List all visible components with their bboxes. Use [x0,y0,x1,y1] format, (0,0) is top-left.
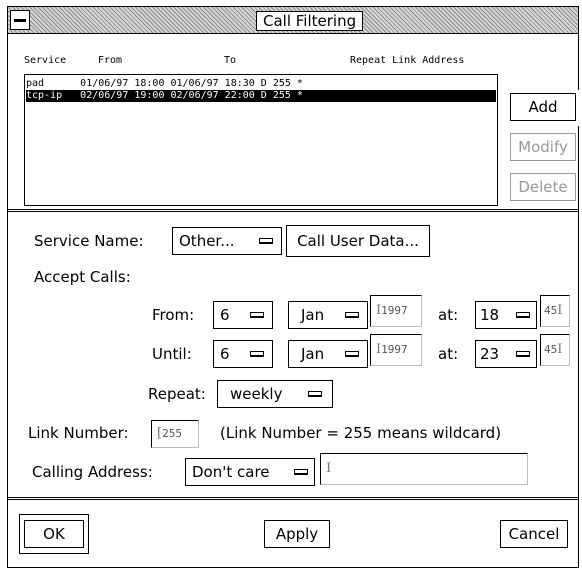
until-month-select[interactable]: Jan [288,340,368,368]
link-number-label: Link Number: [28,424,129,442]
modify-button[interactable]: Modify [510,133,576,161]
service-name-select[interactable]: Other... [172,227,282,255]
from-hour-select[interactable]: 18 [475,301,537,329]
text-cursor-icon: I [557,342,563,357]
delete-button[interactable]: Delete [510,173,576,201]
option-menu-icon [250,351,264,357]
until-year-field[interactable]: I1997 [370,334,422,366]
service-name-label: Service Name: [34,232,144,250]
option-menu-icon [250,312,264,318]
until-label: Until: [152,345,192,363]
calling-address-label: Calling Address: [32,463,153,481]
link-number-note: (Link Number = 255 means wildcard) [220,424,502,442]
option-menu-icon [294,469,308,475]
from-month-value: Jan [301,306,325,324]
column-header-service: Service [24,55,67,66]
cancel-button[interactable]: Cancel [500,520,568,548]
filter-list[interactable]: pad 01/06/97 18:00 01/06/97 18:30 D 255 … [24,74,498,206]
ok-button[interactable]: OK [24,520,84,548]
link-number-field[interactable]: [255 [151,420,199,448]
text-cursor-icon: I [557,303,563,318]
from-day-value: 6 [220,306,230,324]
option-menu-icon [308,391,322,397]
text-cursor-icon: I [326,461,332,476]
window-menu-button[interactable] [10,10,30,30]
from-month-select[interactable]: Jan [288,301,368,329]
option-menu-icon [345,312,359,318]
from-hour-value: 18 [480,306,500,324]
from-minute-field[interactable]: 45I [540,295,570,327]
until-month-value: Jan [301,345,325,363]
repeat-select[interactable]: weekly [217,380,333,408]
until-hour-value: 23 [480,345,500,363]
calling-address-select[interactable]: Don't care [185,458,315,486]
calling-address-value: Don't care [192,463,270,481]
divider [8,209,578,212]
column-header-from: From [98,55,123,66]
column-header-to: To [224,55,237,66]
repeat-value: weekly [230,385,283,403]
from-year-value: 1997 [381,304,408,317]
calling-address-input[interactable]: I [320,453,528,485]
accept-calls-label: Accept Calls: [34,268,131,286]
column-header-repeat-link-address: Repeat Link Address [350,55,465,66]
until-minute-value: 45 [544,343,558,356]
service-name-value: Other... [179,232,235,250]
list-item[interactable]: pad 01/06/97 18:00 01/06/97 18:30 D 255 … [26,78,496,90]
repeat-label: Repeat: [148,385,206,403]
until-hour-select[interactable]: 23 [475,340,537,368]
option-menu-icon [516,312,530,318]
from-minute-value: 45 [544,304,558,317]
add-button[interactable]: Add [510,93,576,121]
until-minute-field[interactable]: 45I [540,334,570,366]
option-menu-icon [345,351,359,357]
title-bar[interactable]: Call Filtering [8,7,578,34]
from-label: From: [152,306,195,324]
list-item-selected[interactable]: tcp-ip 02/06/97 19:00 02/06/97 22:00 D 2… [26,90,496,102]
from-year-field[interactable]: I1997 [370,295,422,327]
from-day-select[interactable]: 6 [213,301,273,329]
divider [8,497,578,500]
apply-button[interactable]: Apply [264,520,330,548]
until-day-select[interactable]: 6 [213,340,273,368]
until-year-value: 1997 [381,343,408,356]
link-number-value: 255 [162,427,182,440]
until-day-value: 6 [220,345,230,363]
option-menu-icon [516,351,530,357]
window-menu-icon [14,19,26,22]
until-at-label: at: [438,345,459,363]
from-at-label: at: [438,306,459,324]
call-filtering-window: Call Filtering Service From To Repeat Li… [7,6,580,568]
call-user-data-button[interactable]: Call User Data... [286,225,430,257]
window-title: Call Filtering [256,11,364,31]
option-menu-icon [259,238,273,244]
